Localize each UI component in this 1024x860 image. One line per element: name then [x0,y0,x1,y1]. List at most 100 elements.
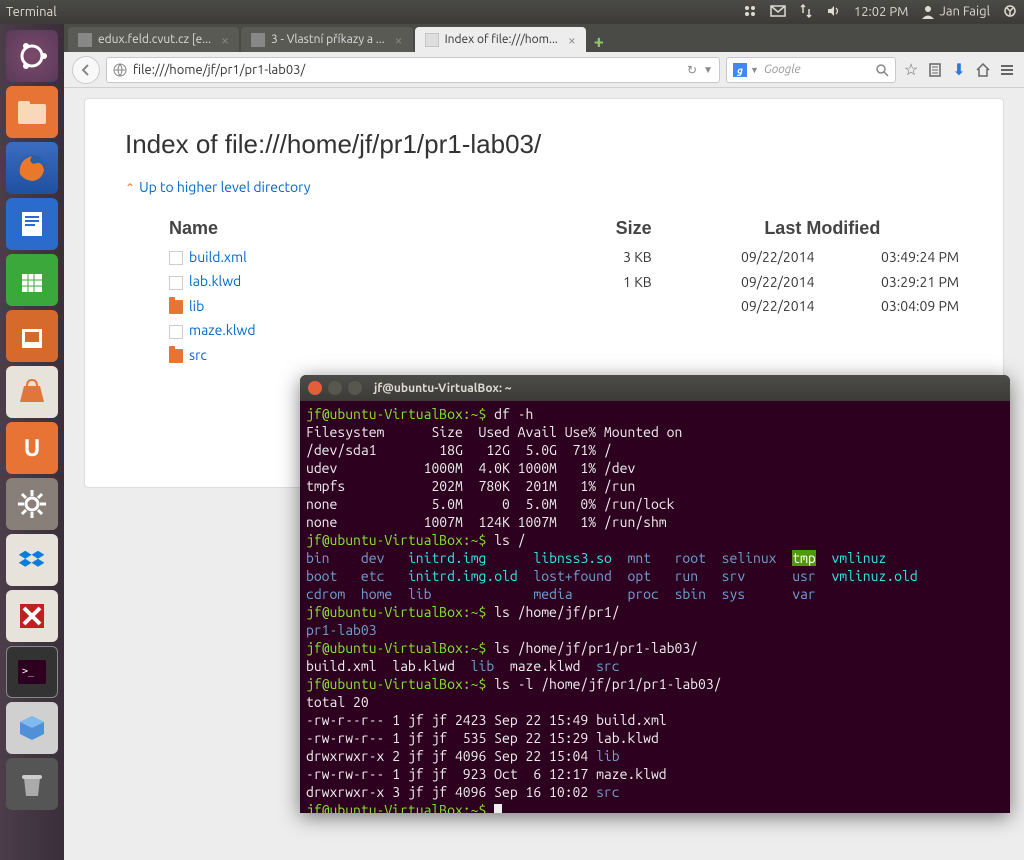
tab-label: Index of file:///hom... [445,33,558,46]
new-tab-button[interactable]: + [594,32,614,52]
launcher-calc[interactable] [6,254,58,306]
favicon-icon [425,33,439,47]
network-icon[interactable] [798,3,814,22]
launcher-ubuntu-one[interactable]: U [6,422,58,474]
file-date [682,343,819,367]
file-time: 03:49:24 PM [819,245,964,269]
file-time: 03:29:21 PM [819,269,964,293]
launcher: U >_ [0,24,64,860]
svg-text:U: U [24,434,41,461]
file-link[interactable]: lib [189,298,204,314]
reader-icon[interactable] [926,61,944,79]
launcher-settings[interactable] [6,478,58,530]
launcher-trash[interactable] [6,758,58,810]
download-icon[interactable]: ⬇ [950,61,968,79]
col-size: Size [564,212,682,245]
up-link[interactable]: ⌃Up to higher level directory [125,179,311,195]
file-link[interactable]: lab.klwd [189,273,241,289]
svg-text:g: g [736,65,743,76]
window-close-icon[interactable] [308,381,322,395]
file-date [682,318,819,342]
directory-listing: Name Size Last Modified build.xml3 KB09/… [165,212,963,367]
close-icon[interactable]: × [568,32,576,48]
globe-icon [113,63,127,77]
terminal-window[interactable]: jf@ubuntu-VirtualBox: ~ jf@ubuntu-Virtua… [300,375,1010,813]
back-button[interactable] [72,56,100,84]
file-link[interactable]: maze.klwd [189,322,256,338]
page-title: Index of file:///home/jf/pr1/pr1-lab03/ [125,129,963,160]
table-row: maze.klwd [165,318,963,342]
terminal-titlebar[interactable]: jf@ubuntu-VirtualBox: ~ [300,375,1010,401]
col-name: Name [165,212,564,245]
table-row: lab.klwd 1 KB09/22/201403:29:21 PM [165,269,963,293]
terminal-title: jf@ubuntu-VirtualBox: ~ [374,382,512,395]
launcher-terminal[interactable]: >_ [6,646,58,698]
indicator-keyboard-icon[interactable] [742,3,758,22]
file-icon [169,276,183,290]
launcher-impress[interactable] [6,310,58,362]
file-size: 3 KB [564,245,682,269]
launcher-dropbox[interactable] [6,534,58,586]
tab-2[interactable]: 3 - Vlastní příkazy a ... × [241,27,413,52]
dropdown-icon[interactable]: ▼ [703,64,713,76]
volume-icon[interactable] [826,3,842,22]
file-size [564,343,682,367]
url-input[interactable]: file:///home/jf/pr1/pr1-lab03/ ↻ ▼ [106,57,720,83]
power-icon[interactable] [1002,3,1018,22]
menubar: Terminal 12:02 PM Jan Faigl [0,0,1024,24]
close-icon[interactable]: × [221,32,229,48]
tab-1[interactable]: edux.feld.cvut.cz [e... × [68,27,239,52]
launcher-virtualbox[interactable] [6,702,58,754]
file-size [564,318,682,342]
file-size: 1 KB [564,269,682,293]
favicon-icon [251,33,265,47]
search-input[interactable]: g ▼ Google [726,57,896,83]
bookmark-star-icon[interactable]: ☆ [902,61,920,79]
active-app-name: Terminal [6,5,57,19]
launcher-dash[interactable] [6,30,58,82]
window-minimize-icon[interactable] [328,381,342,395]
file-time [819,318,964,342]
file-time [819,343,964,367]
launcher-firefox[interactable] [6,142,58,194]
caret-up-icon: ⌃ [125,182,135,195]
table-row: build.xml 3 KB09/22/201403:49:24 PM [165,245,963,269]
user-menu[interactable]: Jan Faigl [920,4,990,20]
table-row: src [165,343,963,367]
clock[interactable]: 12:02 PM [854,5,909,19]
file-date: 09/22/2014 [682,245,819,269]
file-icon [169,251,183,265]
search-icon[interactable] [875,63,889,77]
launcher-software-center[interactable] [6,366,58,418]
addressbar: file:///home/jf/pr1/pr1-lab03/ ↻ ▼ g ▼ G… [64,52,1024,88]
terminal-body[interactable]: jf@ubuntu-VirtualBox:~$ df -h Filesystem… [300,401,1010,813]
search-placeholder: Google [764,63,801,76]
google-icon: g [733,63,747,77]
home-icon[interactable] [974,61,992,79]
menu-icon[interactable] [998,61,1016,79]
file-link[interactable]: build.xml [189,249,247,265]
table-header-row: Name Size Last Modified [165,212,963,245]
folder-icon [169,300,183,314]
svg-text:>_: >_ [22,666,35,677]
url-text: file:///home/jf/pr1/pr1-lab03/ [133,63,305,77]
reload-icon[interactable]: ↻ [687,63,697,77]
dropdown-icon[interactable]: ▼ [750,65,759,75]
tab-3[interactable]: Index of file:///hom... × [415,27,586,52]
file-date: 09/22/2014 [682,269,819,293]
tab-strip: edux.feld.cvut.cz [e... × 3 - Vlastní př… [64,24,1024,52]
window-maximize-icon[interactable] [348,381,362,395]
tab-label: 3 - Vlastní příkazy a ... [271,33,385,46]
launcher-xnview[interactable] [6,590,58,642]
launcher-files[interactable] [6,86,58,138]
file-link[interactable]: src [189,347,207,363]
launcher-writer[interactable] [6,198,58,250]
file-time: 03:04:09 PM [819,294,964,318]
file-icon [169,325,183,339]
tab-label: edux.feld.cvut.cz [e... [98,33,211,46]
mail-icon[interactable] [770,3,786,22]
close-icon[interactable]: × [395,32,403,48]
favicon-icon [78,33,92,47]
file-date: 09/22/2014 [682,294,819,318]
table-row: lib 09/22/201403:04:09 PM [165,294,963,318]
